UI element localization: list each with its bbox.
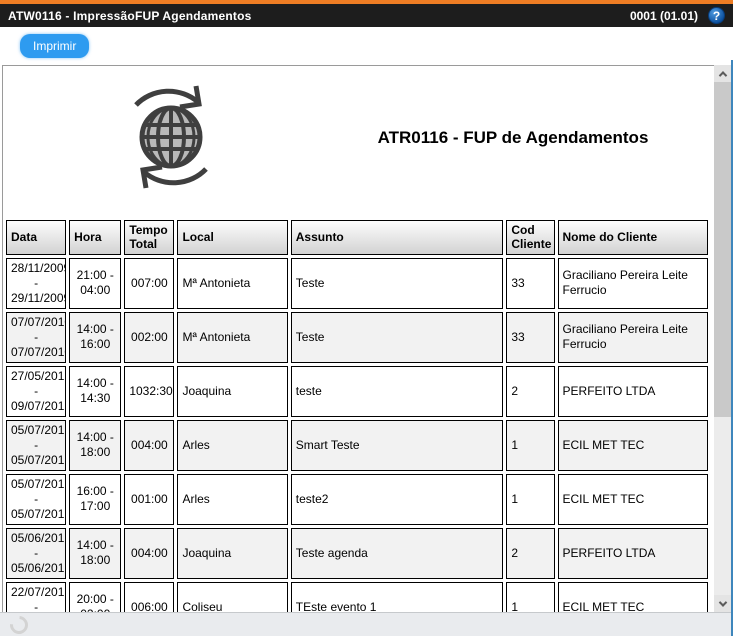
cell-tempo: 004:00 xyxy=(124,527,175,579)
cell-hora: 16:00 - 17:00 xyxy=(69,473,122,525)
cell-cliente: Graciliano Pereira Leite Ferrucio xyxy=(557,311,708,363)
cell-cod: 2 xyxy=(506,527,555,579)
scroll-up-button[interactable] xyxy=(714,65,731,82)
col-header-hora: Hora xyxy=(69,220,122,255)
cell-data: 05/07/2012 - 05/07/2012 xyxy=(6,473,67,525)
table-row: 05/07/2012 - 05/07/2012 14:00 - 18:00 00… xyxy=(6,419,708,471)
cell-cod: 1 xyxy=(506,581,555,612)
col-header-data: Data xyxy=(6,220,67,255)
chevron-down-icon xyxy=(718,597,727,607)
cell-cliente: ECIL MET TEC xyxy=(557,419,708,471)
cell-cod: 2 xyxy=(506,365,555,417)
scrollbar-thumb[interactable] xyxy=(714,82,731,417)
table-row: 05/07/2012 - 05/07/2012 16:00 - 17:00 00… xyxy=(6,473,708,525)
schedule-table: Data Hora Tempo Total Local Assunto Cod … xyxy=(3,217,711,612)
col-header-tempo-total: Tempo Total xyxy=(124,220,175,255)
cell-local: Arles xyxy=(177,473,288,525)
cell-hora: 14:00 - 18:00 xyxy=(69,419,122,471)
help-icon[interactable]: ? xyxy=(708,7,725,24)
cell-hora: 14:00 - 18:00 xyxy=(69,527,122,579)
table-row: 27/05/2012 - 09/07/2012 14:00 - 14:30 10… xyxy=(6,365,708,417)
cell-assunto: teste xyxy=(290,365,504,417)
cell-assunto: teste2 xyxy=(290,473,504,525)
table-row: 22/07/2017 - 23/07/2017 20:00 - 02:00 00… xyxy=(6,581,708,612)
cell-local: Mª Antonieta xyxy=(177,257,288,309)
cell-cod: 1 xyxy=(506,473,555,525)
cell-assunto: Teste xyxy=(290,257,504,309)
cell-hora: 14:00 - 16:00 xyxy=(69,311,122,363)
cell-data: 07/07/2010 - 07/07/2010 xyxy=(6,311,67,363)
cell-cliente: ECIL MET TEC xyxy=(557,581,708,612)
print-button[interactable]: Imprimir xyxy=(20,34,90,58)
cell-local: Arles xyxy=(177,419,288,471)
col-header-cod-cliente: Cod Cliente xyxy=(506,220,555,255)
table-row: 07/07/2010 - 07/07/2010 14:00 - 16:00 00… xyxy=(6,311,708,363)
bottom-bar xyxy=(0,612,733,636)
cell-cod: 33 xyxy=(506,257,555,309)
window-title: ATW0116 - ImpressãoFUP Agendamentos xyxy=(8,8,252,23)
cell-cod: 33 xyxy=(506,311,555,363)
cell-local: Mª Antonieta xyxy=(177,311,288,363)
cell-hora: 20:00 - 02:00 xyxy=(69,581,122,612)
cell-assunto: Smart Teste xyxy=(290,419,504,471)
cell-hora: 21:00 - 04:00 xyxy=(69,257,122,309)
title-bar: ATW0116 - ImpressãoFUP Agendamentos 0001… xyxy=(0,0,733,27)
table-row: 05/06/2017 - 05/06/2017 14:00 - 18:00 00… xyxy=(6,527,708,579)
report-title: ATR0116 - FUP de Agendamentos xyxy=(377,128,649,147)
cell-data: 27/05/2012 - 09/07/2012 xyxy=(6,365,67,417)
cell-data: 28/11/2009 - 29/11/2009 xyxy=(6,257,67,309)
cell-tempo: 006:00 xyxy=(124,581,175,612)
cell-tempo: 007:00 xyxy=(124,257,175,309)
report-frame: ATR0116 - FUP de Agendamentos Data Hora … xyxy=(2,65,714,612)
cell-cod: 1 xyxy=(506,419,555,471)
toolbar: Imprimir xyxy=(0,27,733,65)
cell-cliente: Graciliano Pereira Leite Ferrucio xyxy=(557,257,708,309)
col-header-assunto: Assunto xyxy=(290,220,504,255)
chevron-up-icon xyxy=(718,70,727,80)
scroll-down-button[interactable] xyxy=(714,595,731,612)
cell-assunto: Teste agenda xyxy=(290,527,504,579)
cell-data: 22/07/2017 - 23/07/2017 xyxy=(6,581,67,612)
cell-data: 05/06/2017 - 05/06/2017 xyxy=(6,527,67,579)
table-row: 28/11/2009 - 29/11/2009 21:00 - 04:00 00… xyxy=(6,257,708,309)
cell-cliente: ECIL MET TEC xyxy=(557,473,708,525)
cell-local: Joaquina xyxy=(177,365,288,417)
cell-local: Joaquina xyxy=(177,527,288,579)
cell-tempo: 001:00 xyxy=(124,473,175,525)
cell-assunto: TEste evento 1 xyxy=(290,581,504,612)
cell-tempo: 002:00 xyxy=(124,311,175,363)
cell-cliente: PERFEITO LTDA xyxy=(557,365,708,417)
cell-local: Coliseu xyxy=(177,581,288,612)
cell-data: 05/07/2012 - 05/07/2012 xyxy=(6,419,67,471)
cell-tempo: 1032:30 xyxy=(124,365,175,417)
col-header-nome-cliente: Nome do Cliente xyxy=(557,220,708,255)
app-window: ATW0116 - ImpressãoFUP Agendamentos 0001… xyxy=(0,0,733,636)
vertical-scrollbar[interactable] xyxy=(714,65,731,612)
table-header-row: Data Hora Tempo Total Local Assunto Cod … xyxy=(6,220,708,255)
cell-assunto: Teste xyxy=(290,311,504,363)
cell-cliente: PERFEITO LTDA xyxy=(557,527,708,579)
cell-tempo: 004:00 xyxy=(124,419,175,471)
version-label: 0001 (01.01) xyxy=(629,8,698,23)
cell-hora: 14:00 - 14:30 xyxy=(69,365,122,417)
loading-spinner-icon xyxy=(6,612,32,636)
globe-sync-icon xyxy=(134,85,208,189)
col-header-local: Local xyxy=(177,220,288,255)
